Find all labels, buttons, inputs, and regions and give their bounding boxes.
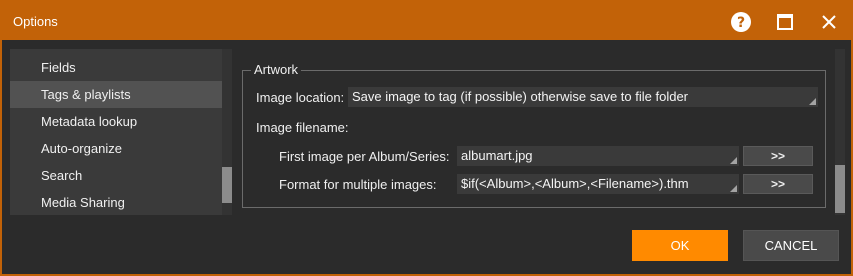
first-image-insert-button[interactable]: >> <box>743 146 813 166</box>
sidebar-item-search[interactable]: Search <box>10 162 222 189</box>
format-multiple-insert-button[interactable]: >> <box>743 174 813 194</box>
help-button[interactable]: ? <box>724 8 758 36</box>
options-content: Artwork Image location: Save image to ta… <box>240 49 849 215</box>
close-icon <box>822 15 836 29</box>
ok-button[interactable]: OK <box>632 230 728 261</box>
sidebar-item-media-sharing[interactable]: Media Sharing <box>10 189 222 215</box>
options-dialog: Options ? Fields Tags & playlists Metada… <box>0 0 853 276</box>
image-location-dropdown[interactable]: Save image to tag (if possible) otherwis… <box>348 87 818 107</box>
artwork-group-legend: Artwork <box>251 62 302 77</box>
sidebar-item-auto-organize[interactable]: Auto-organize <box>10 135 222 162</box>
svg-text:?: ? <box>737 15 745 31</box>
sidebar-item-fields[interactable]: Fields <box>10 54 222 81</box>
content-scrollbar-thumb[interactable] <box>835 165 845 213</box>
cancel-button[interactable]: CANCEL <box>743 230 839 261</box>
sidebar-scrollbar[interactable] <box>222 49 232 215</box>
maximize-button[interactable] <box>768 8 802 36</box>
sidebar-scrollbar-thumb[interactable] <box>222 167 232 203</box>
title-bar: Options ? <box>2 2 851 40</box>
image-location-label: Image location: <box>256 90 345 105</box>
image-filename-label: Image filename: <box>256 120 349 135</box>
close-button[interactable] <box>812 8 846 36</box>
sidebar-item-tags-playlists[interactable]: Tags & playlists <box>10 81 222 108</box>
sidebar-item-metadata-lookup[interactable]: Metadata lookup <box>10 108 222 135</box>
first-image-dropdown[interactable]: albumart.jpg <box>457 146 739 166</box>
window-title: Options <box>13 14 58 29</box>
format-multiple-dropdown[interactable]: $if(<Album>,<Album>,<Filename>).thm <box>457 174 739 194</box>
first-image-label: First image per Album/Series: <box>279 149 450 164</box>
help-circle-icon: ? <box>731 12 751 32</box>
maximize-icon <box>777 14 793 30</box>
options-sidebar: Fields Tags & playlists Metadata lookup … <box>10 49 232 215</box>
format-multiple-label: Format for multiple images: <box>279 177 437 192</box>
content-scrollbar[interactable] <box>835 49 845 215</box>
